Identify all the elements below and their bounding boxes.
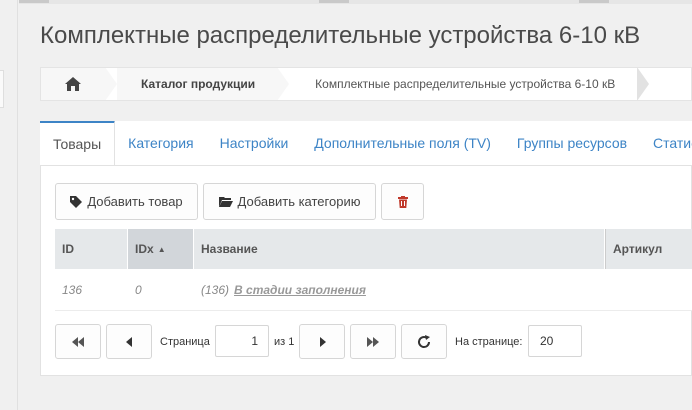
cell-idx: 0 bbox=[135, 283, 142, 297]
product-link[interactable]: В стадии заполнения bbox=[234, 283, 366, 297]
grid-header: ID IDx ▲ Название Артикул bbox=[55, 229, 692, 269]
tag-icon bbox=[70, 195, 83, 208]
add-product-label: Добавить товар bbox=[87, 194, 183, 209]
column-header-idx-label: IDx bbox=[135, 242, 154, 256]
top-strip-segment bbox=[319, 0, 349, 3]
refresh-button[interactable] bbox=[401, 324, 447, 359]
prev-page-icon bbox=[125, 336, 132, 347]
tab-category[interactable]: Категория bbox=[115, 121, 206, 165]
trash-icon bbox=[397, 195, 408, 208]
column-header-article[interactable]: Артикул bbox=[605, 229, 692, 269]
add-product-button[interactable]: Добавить товар bbox=[55, 183, 198, 220]
column-header-idx[interactable]: IDx ▲ bbox=[128, 229, 194, 269]
column-header-id-label: ID bbox=[62, 242, 74, 256]
tab-extra-fields[interactable]: Дополнительные поля (TV) bbox=[301, 121, 504, 165]
per-page-input[interactable]: 20 bbox=[528, 325, 582, 357]
breadcrumb-separator bbox=[105, 68, 117, 100]
cell-name-prefix: (136) bbox=[201, 283, 230, 297]
sort-asc-icon: ▲ bbox=[157, 244, 166, 254]
last-page-icon bbox=[367, 336, 379, 347]
next-page-icon bbox=[319, 336, 326, 347]
delete-button[interactable] bbox=[381, 183, 424, 220]
tab-products[interactable]: Товары bbox=[40, 121, 116, 165]
page-label: Страница bbox=[160, 335, 210, 348]
sidebar-toggle[interactable] bbox=[0, 70, 4, 108]
first-page-button[interactable] bbox=[55, 324, 101, 359]
top-strip bbox=[19, 0, 692, 4]
left-sidebar-edge bbox=[0, 0, 18, 410]
home-icon bbox=[65, 77, 81, 91]
prev-page-button[interactable] bbox=[106, 324, 152, 359]
page-title: Комплектные распределительные устройства… bbox=[40, 22, 641, 49]
tab-bar: Товары Категория Настройки Дополнительны… bbox=[40, 121, 692, 166]
add-category-button[interactable]: Добавить категорию bbox=[203, 183, 376, 220]
tab-resource-groups[interactable]: Группы ресурсов bbox=[504, 121, 640, 165]
refresh-icon bbox=[418, 334, 431, 348]
breadcrumb-separator bbox=[277, 68, 290, 100]
per-page-label: На странице: bbox=[455, 335, 523, 348]
tab-settings[interactable]: Настройки bbox=[207, 121, 302, 165]
tab-statistics[interactable]: Статис bbox=[640, 121, 692, 165]
breadcrumb-separator bbox=[637, 68, 650, 100]
column-header-id[interactable]: ID bbox=[55, 229, 128, 269]
table-row[interactable]: 136 0 (136) В стадии заполнения bbox=[55, 269, 692, 311]
breadcrumb: Каталог продукции Комплектные распредели… bbox=[40, 67, 692, 101]
last-page-button[interactable] bbox=[350, 324, 396, 359]
breadcrumb-item-catalog[interactable]: Каталог продукции bbox=[117, 68, 278, 100]
top-strip-segment bbox=[19, 0, 49, 3]
column-header-name[interactable]: Название bbox=[194, 229, 605, 269]
cell-name: (136) В стадии заполнения bbox=[194, 269, 605, 311]
cell-id: 136 bbox=[62, 283, 83, 297]
page-number-input[interactable]: 1 bbox=[215, 325, 269, 357]
top-strip-segment bbox=[579, 0, 609, 3]
next-page-button[interactable] bbox=[299, 324, 345, 359]
folder-open-icon bbox=[218, 197, 233, 207]
breadcrumb-item-current: Комплектные распределительные устройства… bbox=[315, 77, 616, 91]
column-header-name-label: Название bbox=[201, 242, 258, 256]
first-page-icon bbox=[72, 336, 84, 347]
breadcrumb-home[interactable] bbox=[41, 68, 105, 100]
page-count-label: из 1 bbox=[274, 335, 295, 348]
add-category-label: Добавить категорию bbox=[237, 194, 361, 209]
column-header-article-label: Артикул bbox=[613, 242, 663, 256]
